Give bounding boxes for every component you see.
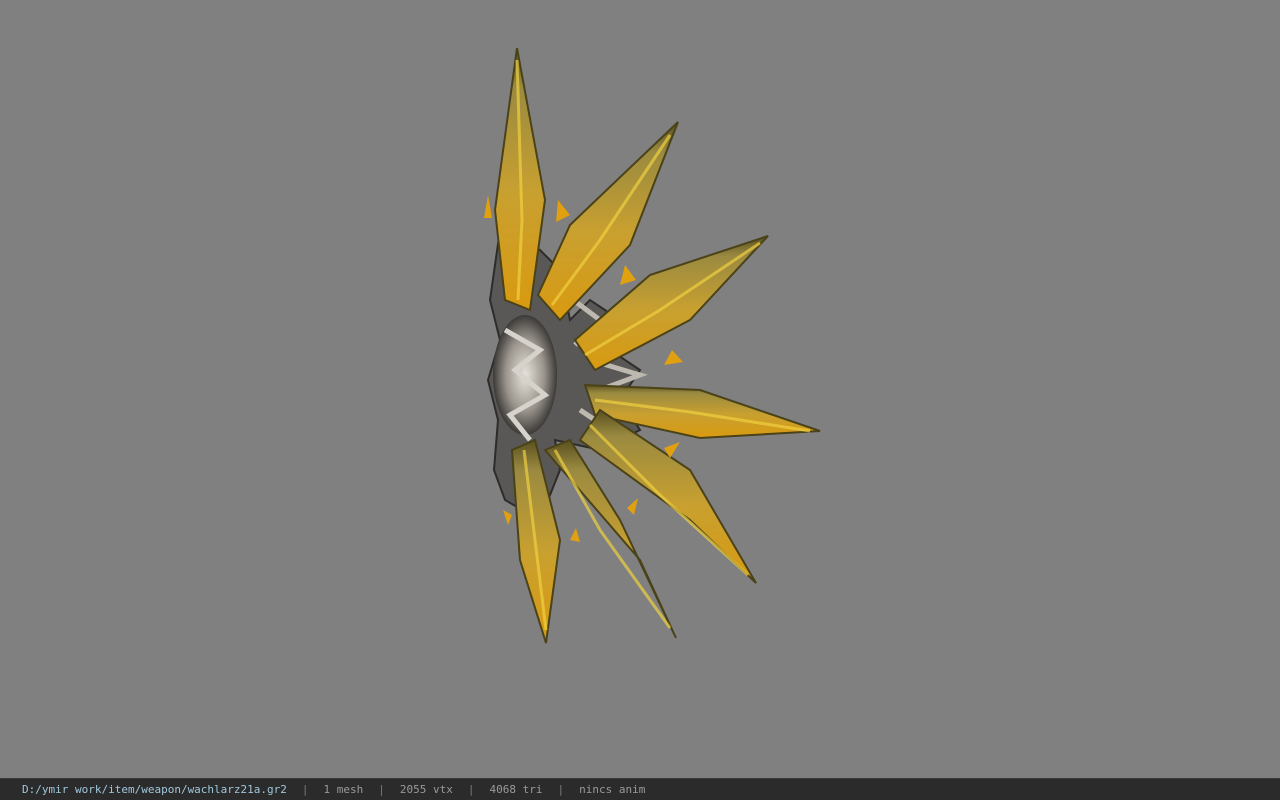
file-path: D:/ymir work/item/weapon/wachlarz21a.gr2 <box>22 783 287 796</box>
3d-viewport[interactable] <box>0 0 1280 778</box>
separator: | <box>557 783 565 796</box>
triangle-count: 4068 tri <box>489 783 543 796</box>
vertex-count: 2055 vtx <box>399 783 453 796</box>
fan-weapon-model <box>484 47 821 644</box>
separator: | <box>378 783 385 796</box>
animation-status: nincs anim <box>579 783 646 796</box>
separator: | <box>467 783 475 796</box>
status-bar: D:/ymir work/item/weapon/wachlarz21a.gr2… <box>0 778 1280 800</box>
mesh-count: 1 mesh <box>323 783 364 796</box>
separator: | <box>301 783 309 796</box>
